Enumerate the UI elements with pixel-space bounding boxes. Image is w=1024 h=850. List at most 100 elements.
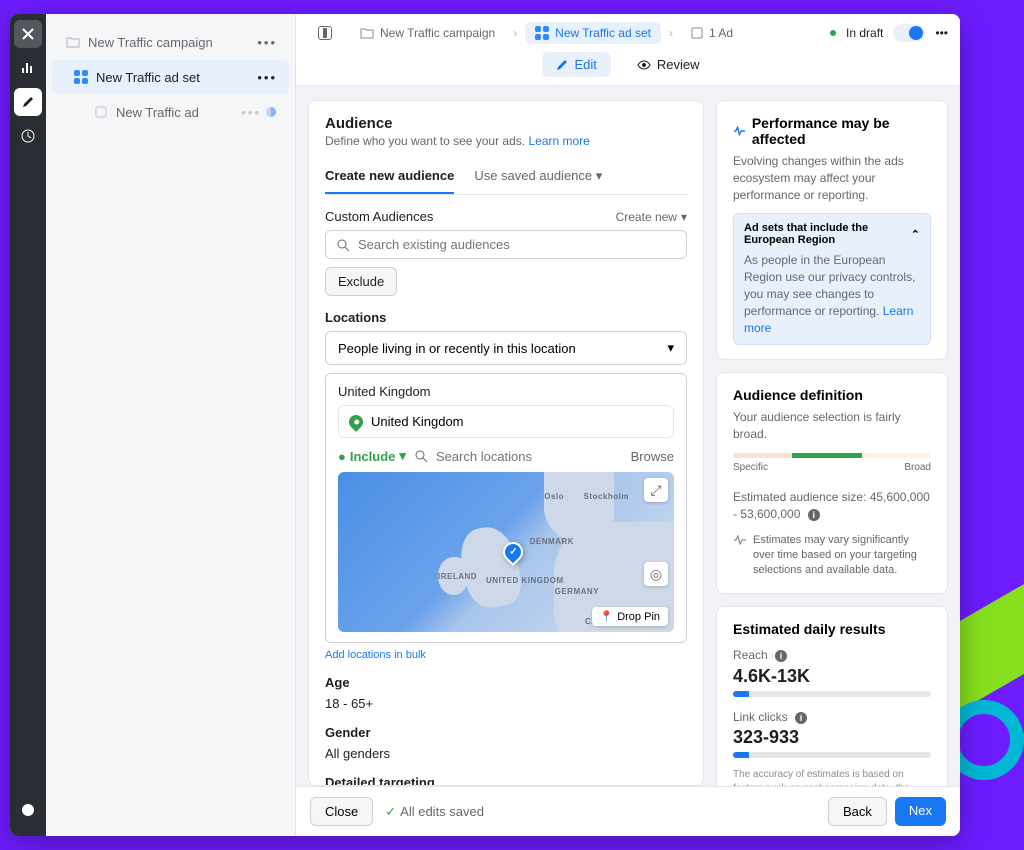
eu-alert: Ad sets that include the European Region… (733, 213, 931, 345)
pulse-icon (733, 535, 747, 545)
more-icon[interactable]: ••• (935, 26, 948, 40)
learn-more-link[interactable]: Learn more (528, 134, 589, 148)
age-label: Age (325, 675, 687, 690)
pulse-icon (733, 126, 746, 136)
country-group: United Kingdom (338, 384, 674, 399)
info-icon[interactable]: i (795, 712, 807, 724)
crumb-label: New Traffic campaign (380, 26, 495, 40)
performance-panel: Performance may be affected Evolving cha… (716, 100, 948, 360)
daily-title: Estimated daily results (733, 621, 931, 637)
more-icon[interactable]: ••• (257, 35, 277, 50)
location-type-select[interactable]: People living in or recently in this loc… (325, 331, 687, 365)
aud-def-body: Your audience selection is fairly broad. (733, 409, 931, 443)
info-icon[interactable]: i (808, 509, 820, 521)
gender-label: Gender (325, 725, 687, 740)
create-new-link[interactable]: Create new ▾ (616, 210, 687, 224)
meter-broad: Broad (904, 462, 931, 473)
ad-icon (691, 27, 703, 39)
map[interactable]: IRELAND UNITED KINGDOM Oslo Stockholm DE… (338, 472, 674, 632)
clock-icon[interactable] (14, 122, 42, 150)
drop-pin-button[interactable]: 📍 Drop Pin (592, 607, 669, 626)
clicks-value: 323-933 (733, 727, 931, 748)
gender-value: All genders (325, 746, 687, 761)
campaign-tree: New Traffic campaign ••• New Traffic ad … (46, 14, 296, 836)
panel-subtitle: Define who you want to see your ads. Lea… (325, 134, 687, 148)
tree-campaign[interactable]: New Traffic campaign ••• (52, 25, 289, 59)
bulk-locations-link[interactable]: Add locations in bulk (325, 649, 687, 661)
chevron-down-icon: ▾ (596, 168, 603, 183)
daily-results-panel: Estimated daily results Reach i 4.6K-13K… (716, 606, 948, 786)
draft-toggle[interactable] (893, 24, 925, 42)
search-icon (414, 449, 428, 463)
folder-icon (64, 33, 82, 51)
close-icon[interactable] (14, 20, 42, 48)
crumb-adset[interactable]: New Traffic ad set (525, 22, 661, 44)
tree-adset-label: New Traffic ad set (96, 70, 200, 85)
exclude-button[interactable]: Exclude (325, 267, 397, 296)
map-expand-icon[interactable]: ⤢ (644, 478, 668, 502)
check-icon: ✓ (385, 804, 396, 820)
tree-campaign-label: New Traffic campaign (88, 35, 213, 50)
include-toggle[interactable]: ● Include ▾ (338, 448, 406, 464)
help-icon[interactable] (14, 796, 42, 824)
chevron-icon: › (513, 26, 517, 40)
chevron-icon: › (669, 26, 673, 40)
perf-title: Performance may be affected (752, 115, 931, 147)
crumb-campaign[interactable]: New Traffic campaign (350, 22, 505, 44)
folder-icon (360, 27, 374, 39)
tree-ad[interactable]: New Traffic ad ••• (52, 95, 289, 129)
browse-link[interactable]: Browse (631, 449, 674, 464)
map-label: Stockholm (584, 492, 629, 501)
search-audiences-input[interactable] (325, 230, 687, 259)
tab-label: Review (657, 57, 700, 72)
status-dot (830, 30, 836, 36)
map-label: Oslo (544, 492, 564, 501)
panel-icon (318, 26, 332, 40)
edit-icon[interactable] (14, 88, 42, 116)
pencil-icon (556, 59, 568, 71)
tab-edit[interactable]: Edit (542, 52, 610, 77)
tab-review[interactable]: Review (623, 52, 714, 77)
map-locate-icon[interactable]: ◎ (644, 562, 668, 586)
audience-meter (733, 453, 931, 458)
perf-body: Evolving changes within the ads ecosyste… (733, 153, 931, 203)
ad-icon (92, 103, 110, 121)
topbar: New Traffic campaign › New Traffic ad se… (296, 14, 960, 86)
disclaimer: The accuracy of estimates is based on fa… (733, 768, 931, 786)
audience-panel: Audience Define who you want to see your… (308, 100, 704, 786)
status-label: In draft (846, 26, 883, 40)
tab-label: Edit (574, 57, 596, 72)
close-button[interactable]: Close (310, 797, 373, 826)
chart-icon[interactable] (14, 54, 42, 82)
search-icon (336, 238, 350, 252)
country-chip[interactable]: United Kingdom (338, 405, 674, 438)
split-icon (265, 106, 277, 118)
save-status: ✓All edits saved (385, 804, 484, 820)
more-icon[interactable]: ••• (241, 105, 261, 120)
reach-bar (733, 691, 931, 697)
back-button[interactable]: Back (828, 797, 887, 826)
map-label: GERMANY (555, 587, 599, 596)
age-value: 18 - 65+ (325, 696, 687, 711)
grid-icon (72, 68, 90, 86)
tree-adset[interactable]: New Traffic ad set ••• (52, 60, 289, 94)
location-search-input[interactable] (436, 449, 623, 464)
reach-label: Reach i (733, 647, 931, 664)
locations-label: Locations (325, 310, 687, 325)
eye-icon (637, 60, 651, 70)
left-iconbar (10, 14, 46, 836)
audience-size: Estimated audience size: 45,600,000 - 53… (733, 489, 931, 523)
next-button[interactable]: Nex (895, 797, 946, 826)
more-icon[interactable]: ••• (257, 70, 277, 85)
chevron-down-icon: ▾ (667, 340, 674, 356)
panel-title: Audience (325, 115, 687, 132)
tab-saved-audience[interactable]: Use saved audience ▾ (474, 160, 602, 194)
tab-create-audience[interactable]: Create new audience (325, 160, 454, 194)
meter-specific: Specific (733, 462, 768, 473)
custom-audiences-label: Custom Audiences (325, 209, 433, 224)
layout-toggle[interactable] (308, 22, 342, 44)
alert-toggle[interactable]: Ad sets that include the European Region… (744, 222, 920, 246)
crumb-label: 1 Ad (709, 26, 733, 40)
info-icon[interactable]: i (775, 650, 787, 662)
crumb-ad[interactable]: 1 Ad (681, 22, 743, 44)
